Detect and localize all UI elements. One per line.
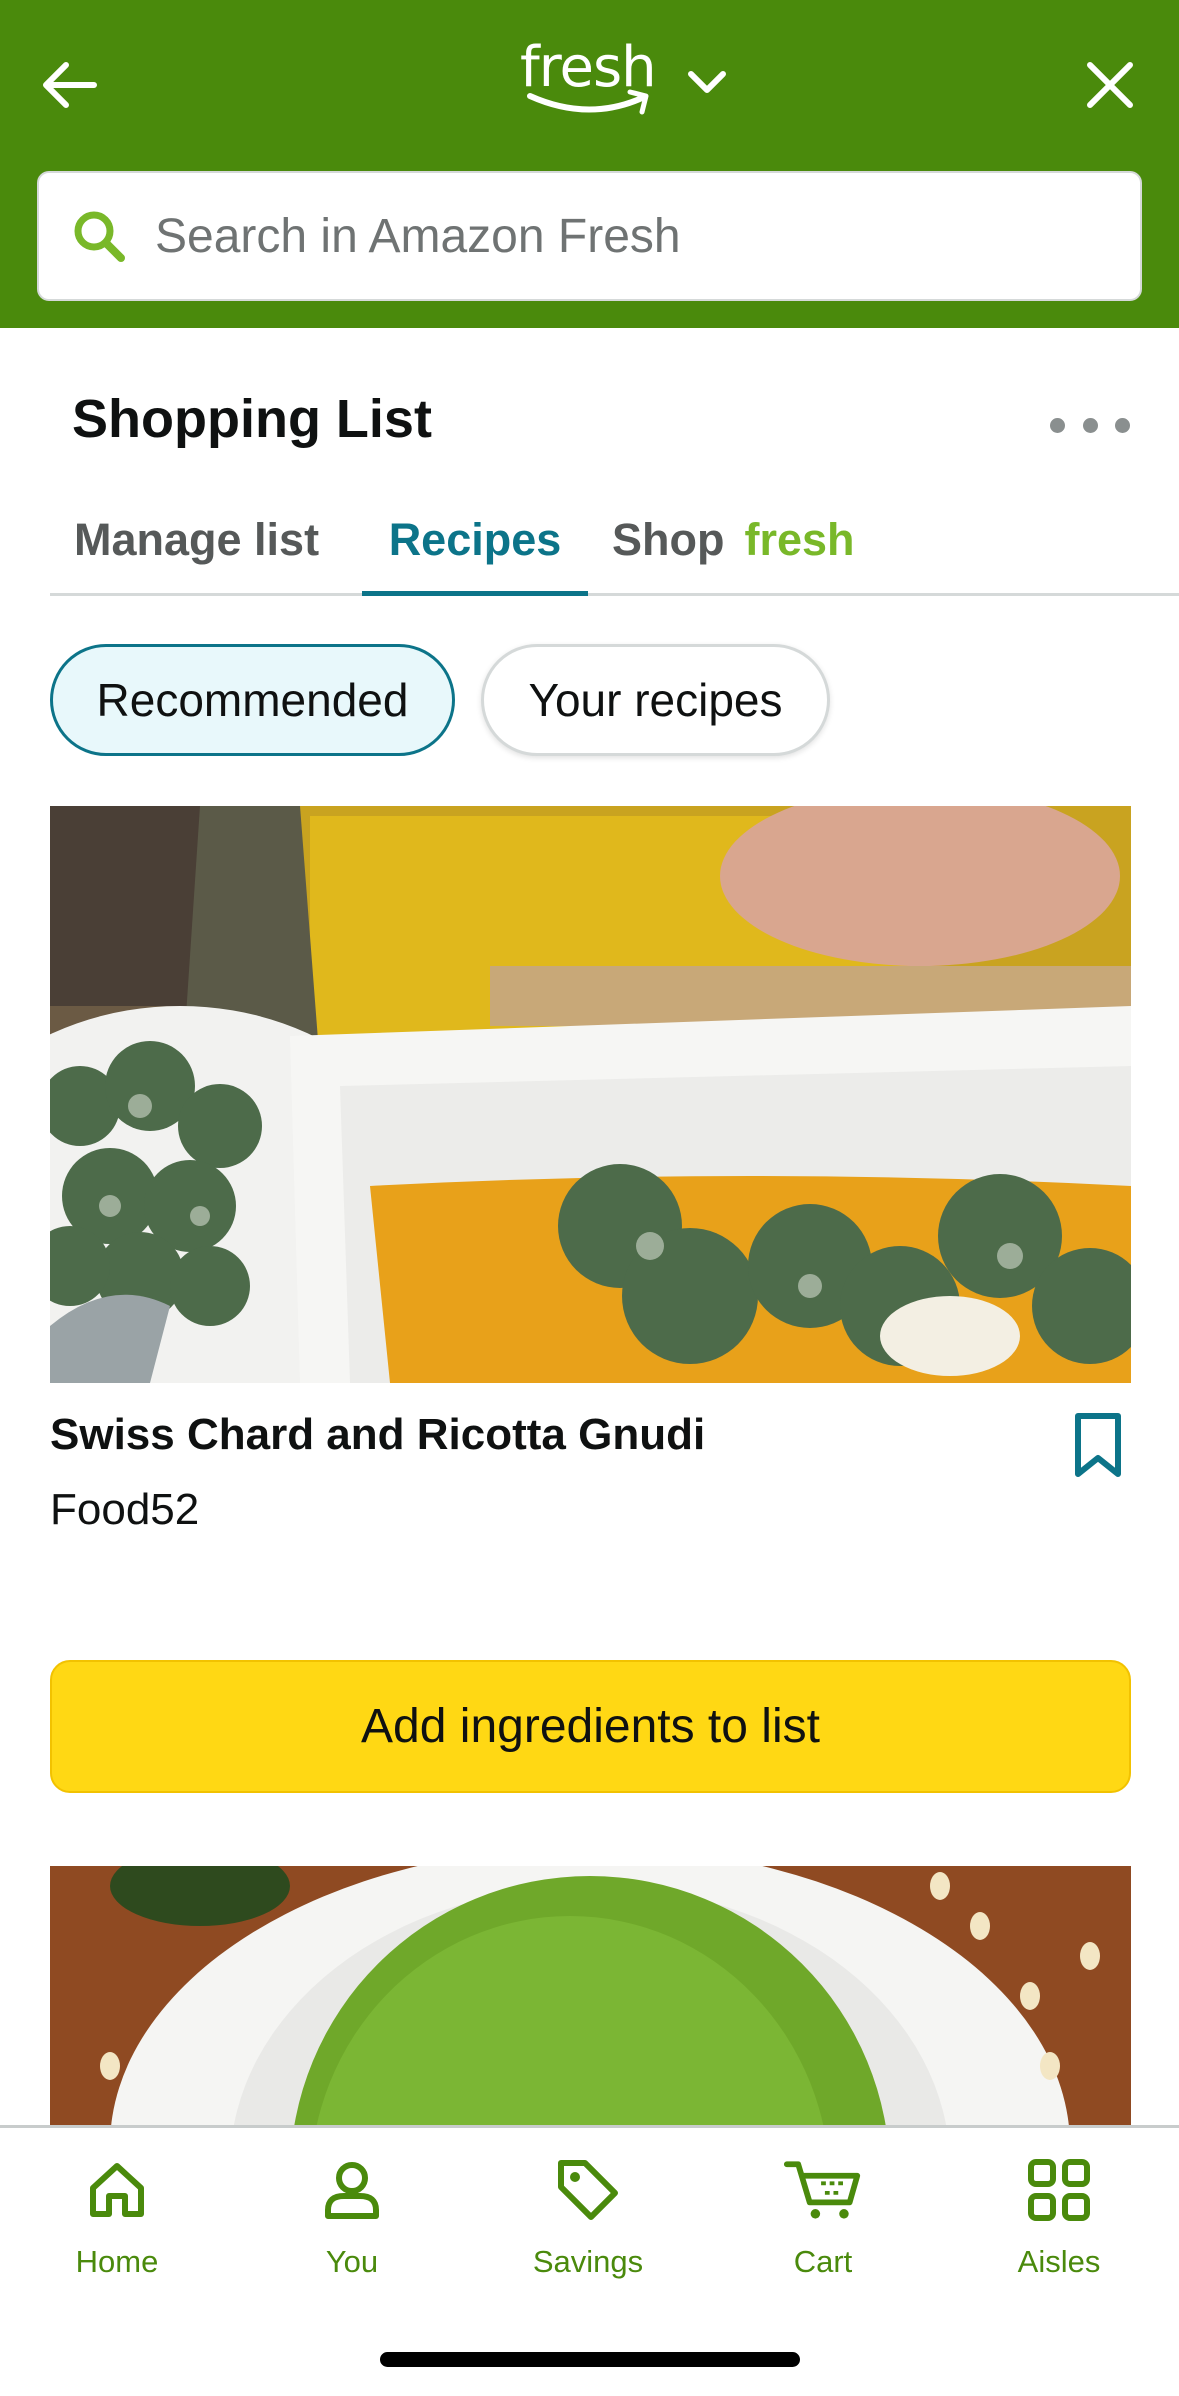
dot-icon: [1082, 417, 1098, 433]
nav-you[interactable]: You: [252, 2150, 452, 2280]
logo-smile-icon: [527, 89, 649, 115]
close-icon: [1087, 62, 1133, 108]
tab-label-fresh: fresh: [744, 514, 855, 565]
tab-bar: Manage list Recipes Shop fresh: [50, 500, 1179, 596]
tab-manage-list[interactable]: Manage list: [74, 500, 319, 596]
tab-label: Shop: [612, 514, 725, 565]
home-indicator[interactable]: [380, 2352, 800, 2367]
filter-label: Recommended: [96, 674, 409, 726]
nav-label: Aisles: [1017, 2244, 1101, 2279]
recipe-title[interactable]: Swiss Chard and Ricotta Gnudi: [50, 1410, 705, 1460]
nav-aisles[interactable]: Aisles: [959, 2150, 1159, 2280]
search-bar[interactable]: [37, 171, 1142, 301]
search-icon: [69, 206, 129, 266]
bookmark-button[interactable]: [1070, 1410, 1126, 1480]
chevron-down-icon: [688, 71, 726, 93]
nav-home[interactable]: Home: [17, 2150, 217, 2280]
add-ingredients-button[interactable]: Add ingredients to list: [50, 1660, 1131, 1793]
app-header: fresh: [0, 0, 1179, 328]
tag-icon: [548, 2150, 628, 2230]
filter-recommended[interactable]: Recommended: [50, 644, 455, 756]
filter-your-recipes[interactable]: Your recipes: [481, 644, 830, 756]
search-input[interactable]: [155, 208, 1055, 264]
tab-label: Recipes: [388, 514, 562, 565]
home-icon: [77, 2150, 157, 2230]
page-title: Shopping List: [72, 389, 432, 449]
grid-icon: [1019, 2150, 1099, 2230]
dot-icon: [1115, 417, 1130, 433]
bookmark-icon: [1075, 1413, 1121, 1477]
nav-label: Cart: [793, 2244, 853, 2279]
nav-cart[interactable]: Cart: [723, 2150, 923, 2280]
dot-icon: [1050, 417, 1065, 433]
filter-label: Your recipes: [528, 674, 783, 726]
back-arrow-icon: [43, 62, 97, 108]
nav-label: You: [325, 2244, 379, 2279]
nav-label: Home: [75, 2244, 159, 2279]
fresh-logo[interactable]: fresh: [520, 36, 740, 136]
nav-savings[interactable]: Savings: [488, 2150, 688, 2280]
cart-icon: [783, 2150, 863, 2230]
recipe-image[interactable]: [50, 1866, 1131, 2126]
tab-shop-fresh[interactable]: Shop fresh: [612, 500, 855, 596]
person-icon: [312, 2150, 392, 2230]
nav-label: Savings: [532, 2244, 644, 2279]
recipe-image[interactable]: [50, 806, 1131, 1383]
tab-label: Manage list: [74, 514, 320, 565]
back-button[interactable]: [30, 45, 110, 125]
close-button[interactable]: [1070, 45, 1150, 125]
more-options-button[interactable]: [1050, 400, 1130, 450]
recipe-source: Food52: [50, 1485, 200, 1534]
tab-recipes[interactable]: Recipes: [362, 500, 588, 596]
